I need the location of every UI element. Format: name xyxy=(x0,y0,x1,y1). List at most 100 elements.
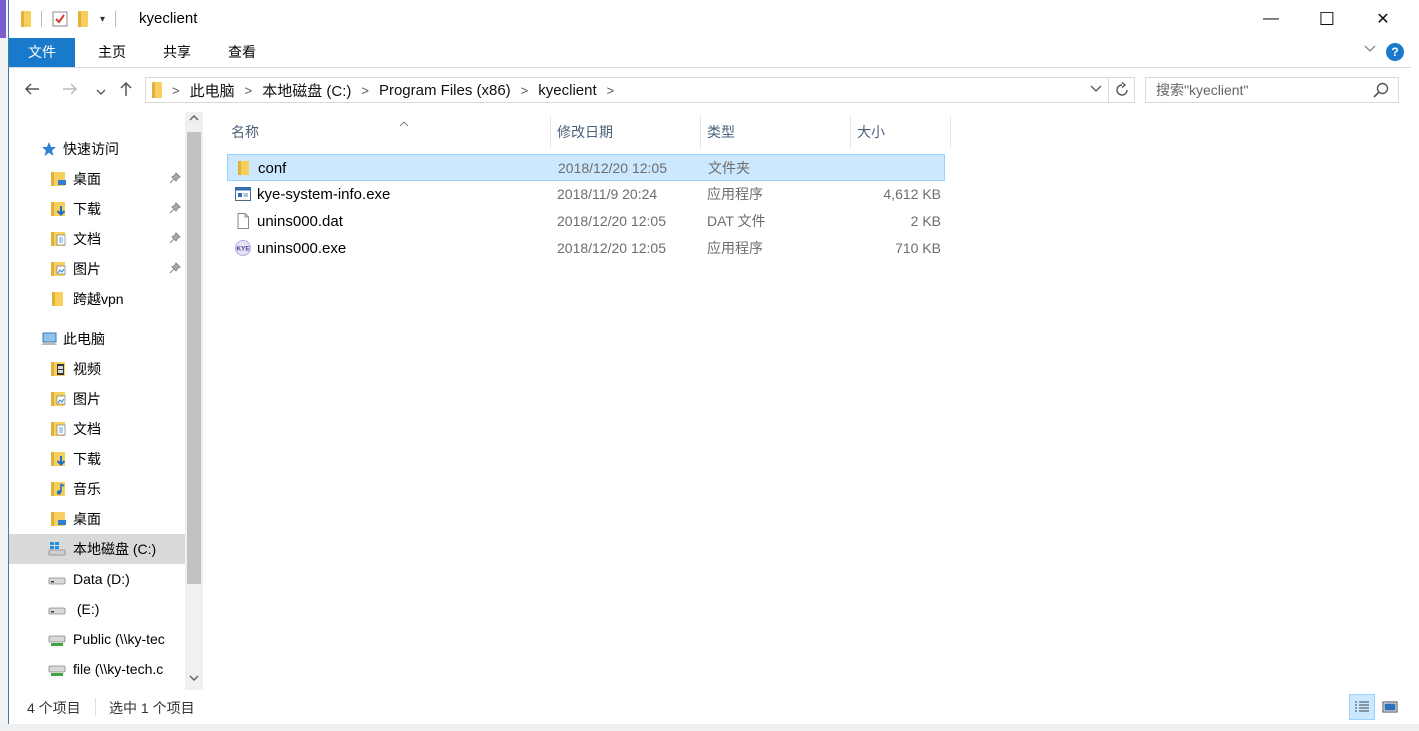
maximize-button[interactable]: ☐ xyxy=(1299,0,1355,38)
close-button[interactable]: ✕ xyxy=(1355,0,1411,38)
new-folder-icon[interactable] xyxy=(78,11,88,27)
help-icon[interactable]: ? xyxy=(1386,43,1404,61)
search-box[interactable] xyxy=(1145,77,1399,103)
sidebar-item-label: 图片 xyxy=(73,261,101,277)
sidebar-item-label: (E:) xyxy=(73,601,100,617)
sidebar-item-documents[interactable]: 文档 xyxy=(9,224,185,254)
customize-toolbar-dropdown-icon[interactable]: ▾ xyxy=(100,14,105,25)
sidebar-item-videos[interactable]: 视频 xyxy=(9,354,185,384)
file-size: 710 KB xyxy=(895,240,941,256)
left-desktop-strip xyxy=(0,0,8,731)
column-header-date[interactable]: 修改日期 xyxy=(551,116,701,148)
file-row[interactable]: conf 2018/12/20 12:05 文件夹 xyxy=(227,154,945,181)
sidebar-item-downloads[interactable]: 下载 xyxy=(9,194,185,224)
window-title: kyeclient xyxy=(139,10,198,27)
tab-file[interactable]: 文件 xyxy=(9,38,75,67)
application-icon xyxy=(235,186,251,202)
status-divider xyxy=(95,698,96,716)
sidebar-item-documents-pc[interactable]: 文档 xyxy=(9,414,185,444)
sidebar-item-quick-access[interactable]: 快速访问 xyxy=(9,134,185,164)
navigation-bar: > 此电脑 > 本地磁盘 (C:) > Program Files (x86) … xyxy=(9,68,1411,112)
properties-icon[interactable] xyxy=(52,11,68,27)
sidebar-item-desktop-pc[interactable]: 桌面 xyxy=(9,504,185,534)
minimize-icon: — xyxy=(1263,10,1279,27)
sidebar-item-file-network[interactable]: file (\\ky-tech.c xyxy=(9,654,185,684)
sidebar-item-vpn[interactable]: 跨越vpn xyxy=(9,284,185,314)
scroll-up-icon[interactable] xyxy=(185,112,203,130)
address-history-dropdown-icon[interactable] xyxy=(1089,81,1103,98)
file-date: 2018/12/20 12:05 xyxy=(557,213,666,229)
ribbon: 文件 主页 共享 查看 ? xyxy=(9,38,1411,68)
breadcrumb-this-pc[interactable]: 此电脑 xyxy=(190,80,235,101)
folder-icon[interactable] xyxy=(21,11,31,27)
pin-icon[interactable] xyxy=(169,201,181,217)
pin-icon[interactable] xyxy=(169,231,181,247)
sidebar-item-label: 图片 xyxy=(73,391,101,407)
search-icon[interactable] xyxy=(1372,81,1390,99)
address-bar[interactable]: > 此电脑 > 本地磁盘 (C:) > Program Files (x86) … xyxy=(145,77,1135,103)
sidebar-item-local-disk-c[interactable]: 本地磁盘 (C:) xyxy=(9,534,185,564)
sidebar-item-label: 本地磁盘 (C:) xyxy=(73,541,157,557)
breadcrumb-chevron-icon[interactable]: > xyxy=(245,83,253,98)
sidebar-item-label: 跨越vpn xyxy=(73,291,124,307)
column-header-label: 类型 xyxy=(707,124,735,140)
file-size xyxy=(858,155,942,182)
sidebar-item-desktop[interactable]: 桌面 xyxy=(9,164,185,194)
file-size: 4,612 KB xyxy=(883,186,941,202)
navigation-pane-scrollbar[interactable] xyxy=(185,112,203,690)
tab-share[interactable]: 共享 xyxy=(152,38,202,67)
breadcrumb-chevron-icon[interactable]: > xyxy=(607,83,615,98)
sidebar-item-public-network[interactable]: Public (\\ky-tec xyxy=(9,624,185,654)
maximize-icon: ☐ xyxy=(1318,8,1336,29)
breadcrumb-program-files[interactable]: Program Files (x86) xyxy=(379,82,511,99)
sidebar-item-pictures-pc[interactable]: 图片 xyxy=(9,384,185,414)
large-icons-view-button[interactable] xyxy=(1377,694,1403,720)
recent-locations-button[interactable] xyxy=(95,82,107,102)
back-button[interactable] xyxy=(23,80,41,102)
file-row[interactable]: KYE unins000.exe 2018/12/20 12:05 应用程序 7… xyxy=(227,235,945,262)
sidebar-item-drive-e[interactable]: (E:) xyxy=(9,594,185,624)
sidebar-item-downloads-pc[interactable]: 下载 xyxy=(9,444,185,474)
chevron-down-icon xyxy=(96,89,106,95)
file-row[interactable]: kye-system-info.exe 2018/11/9 20:24 应用程序… xyxy=(227,181,945,208)
file-name: conf xyxy=(258,160,287,177)
sidebar-item-label: 音乐 xyxy=(73,481,101,497)
file-date: 2018/12/20 12:05 xyxy=(557,240,666,256)
sidebar-item-this-pc[interactable]: 此电脑 xyxy=(9,324,185,354)
sidebar-item-label: Public (\\ky-tec xyxy=(73,631,165,647)
pin-icon[interactable] xyxy=(169,261,181,277)
sidebar-item-label: 桌面 xyxy=(73,171,101,187)
sidebar-item-label: file (\\ky-tech.c xyxy=(73,661,164,677)
breadcrumb-kyeclient[interactable]: kyeclient xyxy=(538,82,596,99)
breadcrumb-local-disk[interactable]: 本地磁盘 (C:) xyxy=(262,80,351,101)
refresh-button[interactable] xyxy=(1108,78,1134,102)
forward-button[interactable] xyxy=(61,80,79,102)
search-input[interactable] xyxy=(1146,78,1366,102)
details-view-button[interactable] xyxy=(1349,694,1375,720)
right-desktop-strip xyxy=(1411,0,1419,731)
expand-ribbon-chevron-icon[interactable] xyxy=(1363,41,1377,58)
file-row[interactable]: unins000.dat 2018/12/20 12:05 DAT 文件 2 K… xyxy=(227,208,945,235)
column-header-name[interactable]: 名称 xyxy=(225,116,551,148)
file-name: unins000.dat xyxy=(257,213,343,230)
column-header-size[interactable]: 大小 xyxy=(851,116,951,148)
sidebar-item-label: 视频 xyxy=(73,361,101,377)
sidebar-item-music[interactable]: 音乐 xyxy=(9,474,185,504)
tab-view[interactable]: 查看 xyxy=(217,38,267,67)
sidebar-item-label: 文档 xyxy=(73,231,101,247)
up-button[interactable] xyxy=(117,80,135,102)
minimize-button[interactable]: — xyxy=(1243,0,1299,38)
scroll-down-icon[interactable] xyxy=(185,672,203,690)
sidebar-item-pictures[interactable]: 图片 xyxy=(9,254,185,284)
quick-access-toolbar: ▾ xyxy=(21,8,117,30)
column-header-type[interactable]: 类型 xyxy=(701,116,851,148)
pin-icon[interactable] xyxy=(169,171,181,187)
desktop-folder-icon xyxy=(51,171,67,187)
tab-home[interactable]: 主页 xyxy=(87,38,137,67)
breadcrumb-chevron-icon[interactable]: > xyxy=(361,83,369,98)
scrollbar-thumb[interactable] xyxy=(187,132,201,584)
sidebar-item-data-d[interactable]: Data (D:) xyxy=(9,564,185,594)
breadcrumb-chevron-icon[interactable]: > xyxy=(172,83,180,98)
breadcrumb-chevron-icon[interactable]: > xyxy=(521,83,529,98)
file-size: 2 KB xyxy=(910,213,941,229)
